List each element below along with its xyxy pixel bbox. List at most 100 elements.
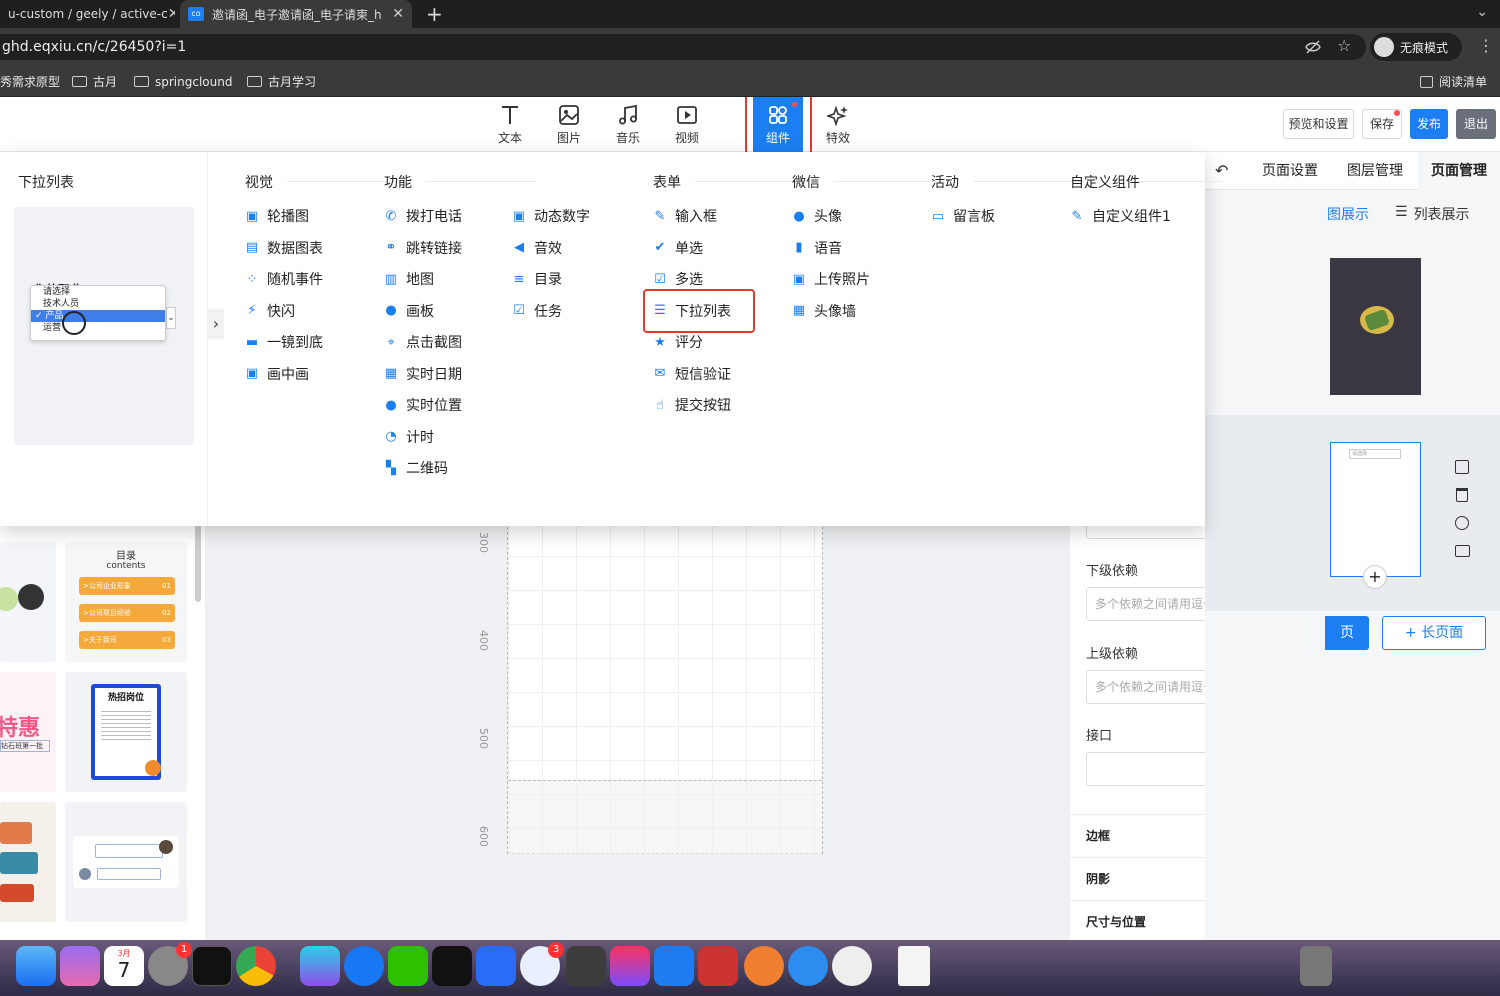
component-avatar-wall[interactable]: ▦ 头像墙 [792, 301, 856, 321]
component-screenshot[interactable]: ⌖ 点击截图 [384, 332, 462, 352]
pdf-file-icon[interactable] [898, 946, 930, 986]
view-grid-toggle[interactable]: 图展示 [1327, 204, 1369, 224]
browser-tab-active[interactable]: co 邀请函_电子邀请函_电子请柬_h ✕ [180, 0, 412, 28]
lanhu-icon[interactable] [654, 946, 694, 986]
add-long-page-button[interactable]: + 长页面 [1382, 616, 1486, 650]
tool-text[interactable]: 文本 [485, 97, 535, 152]
tab-page-management[interactable]: 页面管理 [1418, 152, 1500, 190]
undo-icon[interactable]: ↶ [1215, 161, 1228, 180]
tool-effects[interactable]: 特效 [813, 97, 863, 152]
component-sound[interactable]: ◀ 音效 [512, 238, 562, 258]
page-thumbnail[interactable] [1330, 258, 1421, 395]
component-camera[interactable]: ▬ 一镜到底 [245, 332, 323, 352]
component-carousel[interactable]: ▣ 轮播图 [245, 206, 309, 226]
tab-layer-management[interactable]: 图层管理 [1335, 152, 1415, 190]
tool-image[interactable]: 图片 [544, 97, 594, 152]
folder-icon[interactable] [1455, 545, 1470, 557]
browser-tab[interactable]: u-custom / geely / active-c ✕ [0, 0, 175, 28]
bookmark-folder[interactable]: 古月 [72, 66, 117, 97]
launchpad-icon[interactable] [60, 946, 100, 986]
preview-settings-button[interactable]: 预览和设置 [1283, 109, 1354, 139]
tool-music[interactable]: 音乐 [603, 97, 653, 152]
template-catalog-thumb[interactable]: 目录 contents >公司企业形象 01 >公司项目经验 02 >关于我司 03 [65, 542, 187, 662]
system-settings-icon[interactable]: 1 [148, 942, 192, 986]
component-qrcode[interactable]: ▚ 二维码 [384, 458, 448, 478]
component-timer[interactable]: ◔ 计时 [384, 427, 434, 447]
component-map[interactable]: ▥ 地图 [384, 269, 434, 289]
bookmark-star-icon[interactable]: ☆ [1337, 36, 1351, 55]
close-icon[interactable]: ✕ [168, 6, 175, 22]
component-link[interactable]: ⚭ 跳转链接 [384, 238, 462, 258]
calendar-icon[interactable]: 3月 7 [104, 946, 144, 986]
component-checkbox[interactable]: ☑ 多选 [653, 269, 703, 289]
component-message-board[interactable]: ▭ 留言板 [931, 206, 995, 226]
word-icon[interactable] [476, 946, 516, 986]
component-input[interactable]: ✎ 输入框 [653, 206, 717, 226]
component-task[interactable]: ☑ 任务 [512, 301, 562, 321]
component-catalog[interactable]: ≡ 目录 [512, 269, 562, 289]
component-sms[interactable]: ✉ 短信验证 [653, 364, 731, 384]
tab-page-settings[interactable]: 页面设置 [1250, 152, 1330, 190]
bookmark-item[interactable]: 秀需求原型 [0, 66, 60, 97]
app-icon[interactable] [832, 946, 872, 986]
component-radio[interactable]: ✔ 单选 [653, 238, 703, 258]
maps-icon[interactable] [344, 946, 384, 986]
chevron-right-icon[interactable]: › [208, 309, 224, 339]
eye-off-icon[interactable] [1305, 40, 1321, 54]
add-page-button[interactable]: 页 [1325, 616, 1369, 650]
component-location[interactable]: ● 实时位置 [384, 395, 462, 415]
template-thumb[interactable] [0, 802, 56, 922]
feishu-icon[interactable] [788, 946, 828, 986]
close-icon[interactable]: ✕ [392, 6, 404, 22]
trash-icon[interactable] [1456, 488, 1468, 502]
template-list[interactable]: 目录 contents >公司企业形象 01 >公司项目经验 02 >关于我司 03 … [0, 522, 205, 940]
activity-monitor-icon[interactable] [432, 946, 472, 986]
component-calendar[interactable]: ▦ 实时日期 [384, 364, 462, 384]
webstorm-icon[interactable] [300, 946, 340, 986]
url-input[interactable]: ghd.eqxiu.cn/c/26450?i=1 [0, 34, 1366, 60]
redis-icon[interactable] [698, 946, 738, 986]
component-upload-photo[interactable]: ▣ 上传照片 [792, 269, 870, 289]
copy-icon[interactable] [1455, 460, 1469, 474]
view-list-toggle[interactable]: ☰ 列表展示 [1395, 204, 1470, 224]
template-job-thumb[interactable]: 热招岗位 [65, 672, 187, 792]
postman-icon[interactable] [744, 946, 784, 986]
component-pip[interactable]: ▣ 画中画 [245, 364, 309, 384]
component-custom-component[interactable]: ✎ 自定义组件1 [1070, 206, 1171, 226]
chat-icon[interactable]: 3 [520, 942, 564, 986]
incognito-badge[interactable]: 无痕模式 [1370, 33, 1462, 61]
intellij-icon[interactable] [610, 946, 650, 986]
component-hand[interactable]: ☝ 提交按钮 [653, 395, 731, 415]
component-phone[interactable]: ✆ 拨打电话 [384, 206, 462, 226]
trash-icon[interactable] [1300, 946, 1332, 986]
sublime-icon[interactable] [566, 946, 606, 986]
new-tab-button[interactable]: + [418, 0, 448, 28]
page-thumbnail-selected[interactable]: 请选择 [1330, 442, 1421, 577]
wechat-icon[interactable] [388, 946, 428, 986]
component-avatar[interactable]: ● 头像 [792, 206, 842, 226]
chrome-icon[interactable] [236, 946, 276, 986]
template-sale-thumb[interactable]: 特惠 钻石班第一批 [0, 672, 56, 792]
component-number[interactable]: ▣ 动态数字 [512, 206, 590, 226]
component-star[interactable]: ★ 评分 [653, 332, 703, 352]
scrollbar-thumb[interactable] [195, 522, 201, 602]
page-canvas[interactable] [507, 522, 823, 854]
terminal-icon[interactable] [192, 946, 232, 986]
more-vert-icon[interactable]: ⋮ [1478, 36, 1494, 55]
template-thumb[interactable] [0, 542, 56, 662]
component-palette[interactable]: ● 画板 [384, 301, 434, 321]
exit-button[interactable]: 退出 [1456, 109, 1496, 139]
reading-list[interactable]: 阅读清单 [1420, 66, 1487, 97]
publish-button[interactable]: 发布 [1410, 109, 1448, 139]
add-page-icon[interactable]: + [1363, 565, 1387, 589]
component-flash[interactable]: ⚡ 快闪 [245, 301, 295, 321]
bookmark-folder[interactable]: 古月学习 [247, 66, 316, 97]
finder-icon[interactable] [16, 946, 56, 986]
tool-video[interactable]: 视频 [662, 97, 712, 152]
component-chart[interactable]: ▤ 数据图表 [245, 238, 323, 258]
bookmark-folder[interactable]: springclound [134, 66, 232, 97]
lock-icon[interactable] [1455, 516, 1469, 530]
chevron-down-icon[interactable]: ⌄ [1476, 4, 1488, 20]
component-dice[interactable]: ⁘ 随机事件 [245, 269, 323, 289]
component-mic[interactable]: ▮ 语音 [792, 238, 842, 258]
